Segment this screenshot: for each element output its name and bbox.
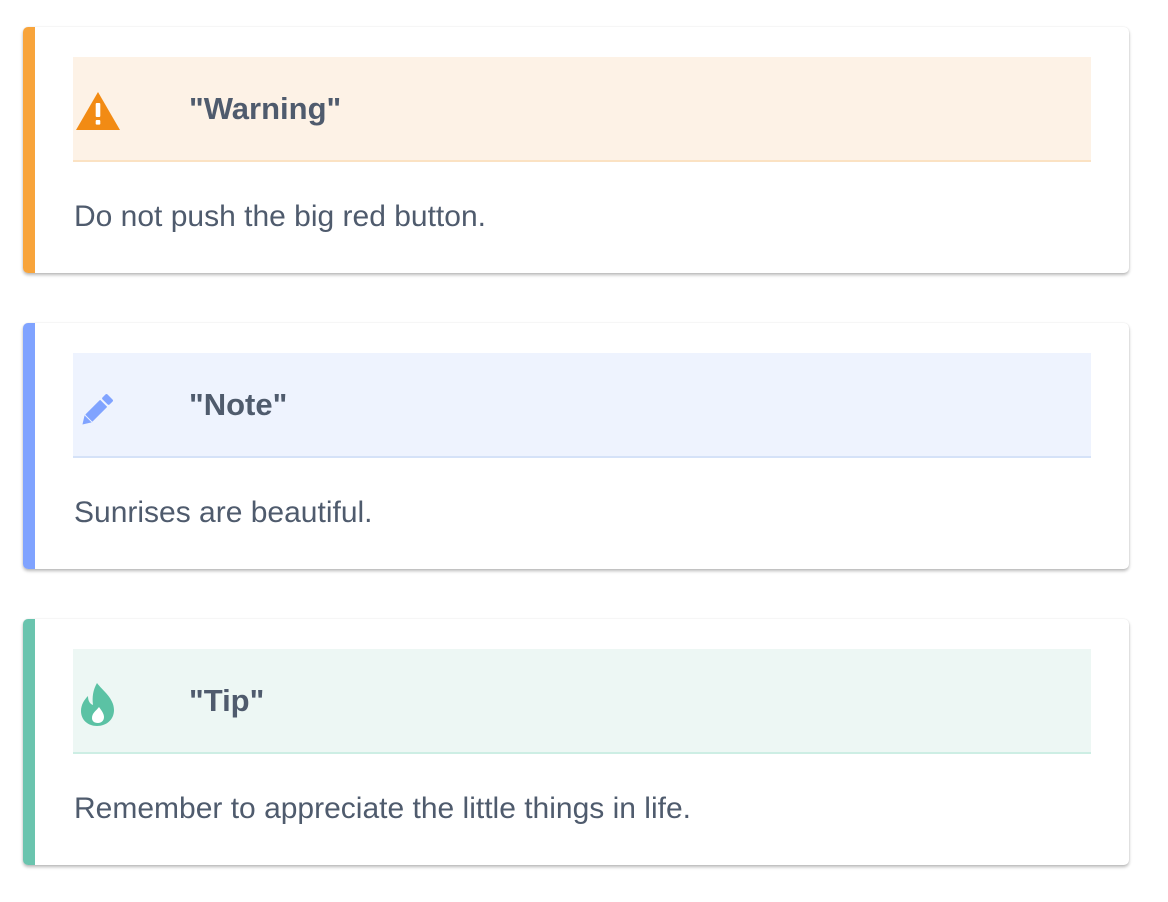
- admonition-warning-text: Do not push the big red button.: [74, 200, 486, 233]
- admonition-note-header: "Note": [73, 353, 1091, 458]
- admonition-tip-title: "Tip": [189, 683, 265, 718]
- admonition-tip: "Tip" Remember to appreciate the little …: [23, 619, 1129, 865]
- warning-triangle-icon: [73, 89, 123, 135]
- admonition-note-accent-bar: [23, 323, 35, 569]
- admonition-warning: "Warning" Do not push the big red button…: [23, 27, 1129, 273]
- admonition-list: "Warning" Do not push the big red button…: [0, 0, 1168, 902]
- admonition-tip-accent-bar: [23, 619, 35, 865]
- pencil-icon: [73, 385, 123, 431]
- admonition-warning-header: "Warning": [73, 57, 1091, 162]
- admonition-note-text: Sunrises are beautiful.: [74, 496, 373, 529]
- flame-icon: [73, 681, 123, 727]
- admonition-note: "Note" Sunrises are beautiful.: [23, 323, 1129, 569]
- admonition-tip-text: Remember to appreciate the little things…: [74, 792, 691, 825]
- admonition-warning-accent-bar: [23, 27, 35, 273]
- admonition-note-title: "Note": [189, 387, 288, 422]
- admonition-warning-title: "Warning": [189, 91, 342, 126]
- admonition-tip-header: "Tip": [73, 649, 1091, 754]
